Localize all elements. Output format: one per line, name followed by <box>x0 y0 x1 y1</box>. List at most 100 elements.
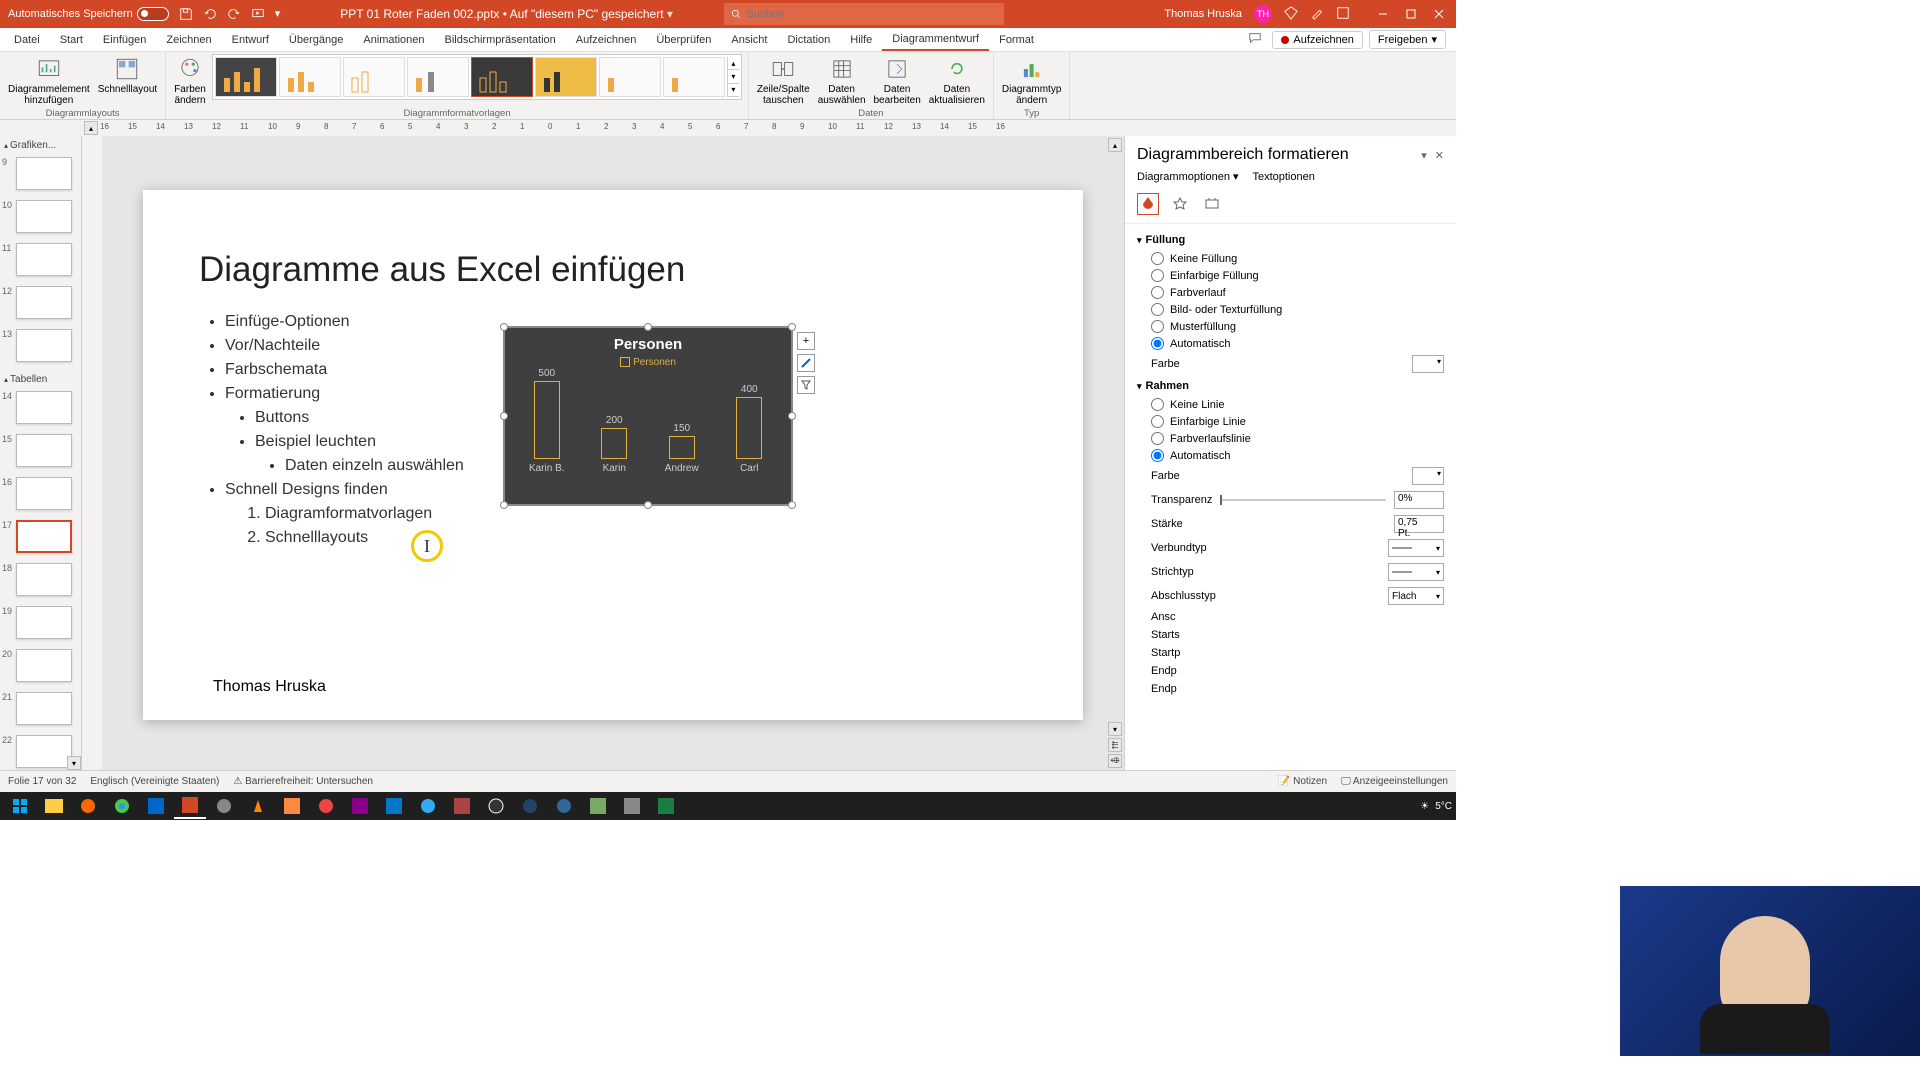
slide-canvas[interactable]: Diagramme aus Excel einfügen Einfüge-Opt… <box>143 190 1083 720</box>
slide-thumbnail[interactable]: 13 <box>16 329 75 362</box>
firefox-icon[interactable] <box>72 793 104 819</box>
section-header[interactable]: Grafiken... <box>2 138 79 153</box>
scroll-down-icon[interactable]: ▾ <box>67 756 81 770</box>
border-section[interactable]: Rahmen <box>1135 376 1446 396</box>
style-thumb[interactable] <box>471 57 533 97</box>
style-thumb[interactable] <box>663 57 725 97</box>
compound-type-select[interactable] <box>1388 539 1444 557</box>
tab-uebergaenge[interactable]: Übergänge <box>279 28 353 51</box>
resize-handle[interactable] <box>788 501 796 509</box>
slide-thumbnail[interactable]: 19 <box>16 606 75 639</box>
close-button[interactable] <box>1426 4 1452 24</box>
select-data-button[interactable]: Daten auswählen <box>816 54 868 108</box>
start-button[interactable] <box>4 793 36 819</box>
tab-ueberpruefen[interactable]: Überprüfen <box>646 28 721 51</box>
user-name[interactable]: Thomas Hruska <box>1164 8 1242 20</box>
app-icon[interactable] <box>310 793 342 819</box>
tab-zeichnen[interactable]: Zeichnen <box>156 28 221 51</box>
slide-thumbnail[interactable]: 21 <box>16 692 75 725</box>
tab-format[interactable]: Format <box>989 28 1044 51</box>
refresh-data-button[interactable]: Daten aktualisieren <box>927 54 987 108</box>
weather-icon[interactable]: ☀ <box>1420 801 1429 812</box>
transparency-value[interactable]: 0% <box>1394 491 1444 509</box>
resize-handle[interactable] <box>500 412 508 420</box>
notes-button[interactable]: 📝 Notizen <box>1278 776 1327 787</box>
slide-counter[interactable]: Folie 17 von 32 <box>8 776 76 787</box>
style-thumb[interactable] <box>535 57 597 97</box>
line-gradient-radio[interactable] <box>1151 432 1164 445</box>
chart-title[interactable]: Personen <box>505 328 791 353</box>
app-icon[interactable] <box>616 793 648 819</box>
slide-thumbnail[interactable]: 17 <box>16 520 75 553</box>
tab-hilfe[interactable]: Hilfe <box>840 28 882 51</box>
tab-einfuegen[interactable]: Einfügen <box>93 28 156 51</box>
telegram-icon[interactable] <box>412 793 444 819</box>
slideshow-icon[interactable] <box>251 7 265 21</box>
add-chart-element-button[interactable]: Diagrammelement hinzufügen <box>6 54 92 108</box>
chart-object[interactable]: + Personen Personen 500Karin B.200Karin1… <box>503 326 793 506</box>
cap-type-select[interactable]: Flach <box>1388 587 1444 605</box>
pen-icon[interactable] <box>1310 6 1324 23</box>
obs-icon[interactable] <box>480 793 512 819</box>
fill-section[interactable]: Füllung <box>1135 230 1446 250</box>
slide-thumbnail[interactable]: 15 <box>16 434 75 467</box>
style-thumb[interactable] <box>343 57 405 97</box>
more-icon[interactable]: ▾ <box>275 7 289 21</box>
resize-handle[interactable] <box>788 412 796 420</box>
accessibility-check[interactable]: ⚠ Barrierefreiheit: Untersuchen <box>233 776 373 787</box>
close-icon[interactable]: ✕ <box>1435 149 1444 162</box>
vscode-icon[interactable] <box>378 793 410 819</box>
slide-editor[interactable]: Diagramme aus Excel einfügen Einfüge-Opt… <box>102 136 1124 770</box>
excel-icon[interactable] <box>650 793 682 819</box>
onenote-icon[interactable] <box>344 793 376 819</box>
fill-gradient-radio[interactable] <box>1151 286 1164 299</box>
search-box[interactable] <box>724 3 1004 25</box>
app-icon[interactable] <box>208 793 240 819</box>
app-icon[interactable] <box>582 793 614 819</box>
next-slide-icon[interactable]: ⬲ <box>1108 754 1122 768</box>
minimize-button[interactable] <box>1370 4 1396 24</box>
diamond-icon[interactable] <box>1284 6 1298 23</box>
fill-picture-radio[interactable] <box>1151 303 1164 316</box>
chart-styles-button[interactable] <box>797 354 815 372</box>
explorer-icon[interactable] <box>38 793 70 819</box>
scroll-up-icon[interactable]: ▴ <box>84 121 98 135</box>
fill-none-radio[interactable] <box>1151 252 1164 265</box>
style-thumb[interactable] <box>407 57 469 97</box>
line-solid-radio[interactable] <box>1151 415 1164 428</box>
style-thumb[interactable] <box>279 57 341 97</box>
dash-type-select[interactable] <box>1388 563 1444 581</box>
fill-color-picker[interactable] <box>1412 355 1444 373</box>
size-props-icon[interactable] <box>1201 193 1223 215</box>
tab-entwurf[interactable]: Entwurf <box>222 28 279 51</box>
scroll-down-icon[interactable]: ▾ <box>1108 722 1122 736</box>
avatar[interactable]: TH <box>1254 5 1272 23</box>
undo-icon[interactable] <box>203 7 217 21</box>
resize-handle[interactable] <box>644 323 652 331</box>
transparency-slider[interactable] <box>1220 499 1386 501</box>
slide-thumbnail[interactable]: 18 <box>16 563 75 596</box>
style-thumb[interactable] <box>599 57 661 97</box>
system-tray[interactable]: ☀ 5°C <box>1420 801 1452 812</box>
gallery-more[interactable]: ▴▾▾ <box>727 57 739 97</box>
text-options-tab[interactable]: Textoptionen <box>1252 170 1314 183</box>
chart-options-tab[interactable]: Diagrammoptionen ▾ <box>1137 170 1238 183</box>
vlc-icon[interactable] <box>242 793 274 819</box>
fill-auto-radio[interactable] <box>1151 337 1164 350</box>
line-color-picker[interactable] <box>1412 467 1444 485</box>
app-icon[interactable] <box>514 793 546 819</box>
tab-animationen[interactable]: Animationen <box>353 28 434 51</box>
slide-thumbnail[interactable]: 14 <box>16 391 75 424</box>
tab-dictation[interactable]: Dictation <box>777 28 840 51</box>
slide-thumbnail[interactable]: 20 <box>16 649 75 682</box>
line-none-radio[interactable] <box>1151 398 1164 411</box>
outlook-icon[interactable] <box>140 793 172 819</box>
slide-thumbnail[interactable]: 11 <box>16 243 75 276</box>
line-auto-radio[interactable] <box>1151 449 1164 462</box>
chart-plot-area[interactable]: 500Karin B.200Karin150Andrew400Carl <box>505 374 791 474</box>
quick-layout-button[interactable]: Schnelllayout <box>96 54 159 97</box>
section-header[interactable]: Tabellen <box>2 372 79 387</box>
maximize-button[interactable] <box>1398 4 1424 24</box>
tab-bildschirm[interactable]: Bildschirmpräsentation <box>435 28 566 51</box>
chart-styles-gallery[interactable]: ▴▾▾ <box>212 54 742 100</box>
